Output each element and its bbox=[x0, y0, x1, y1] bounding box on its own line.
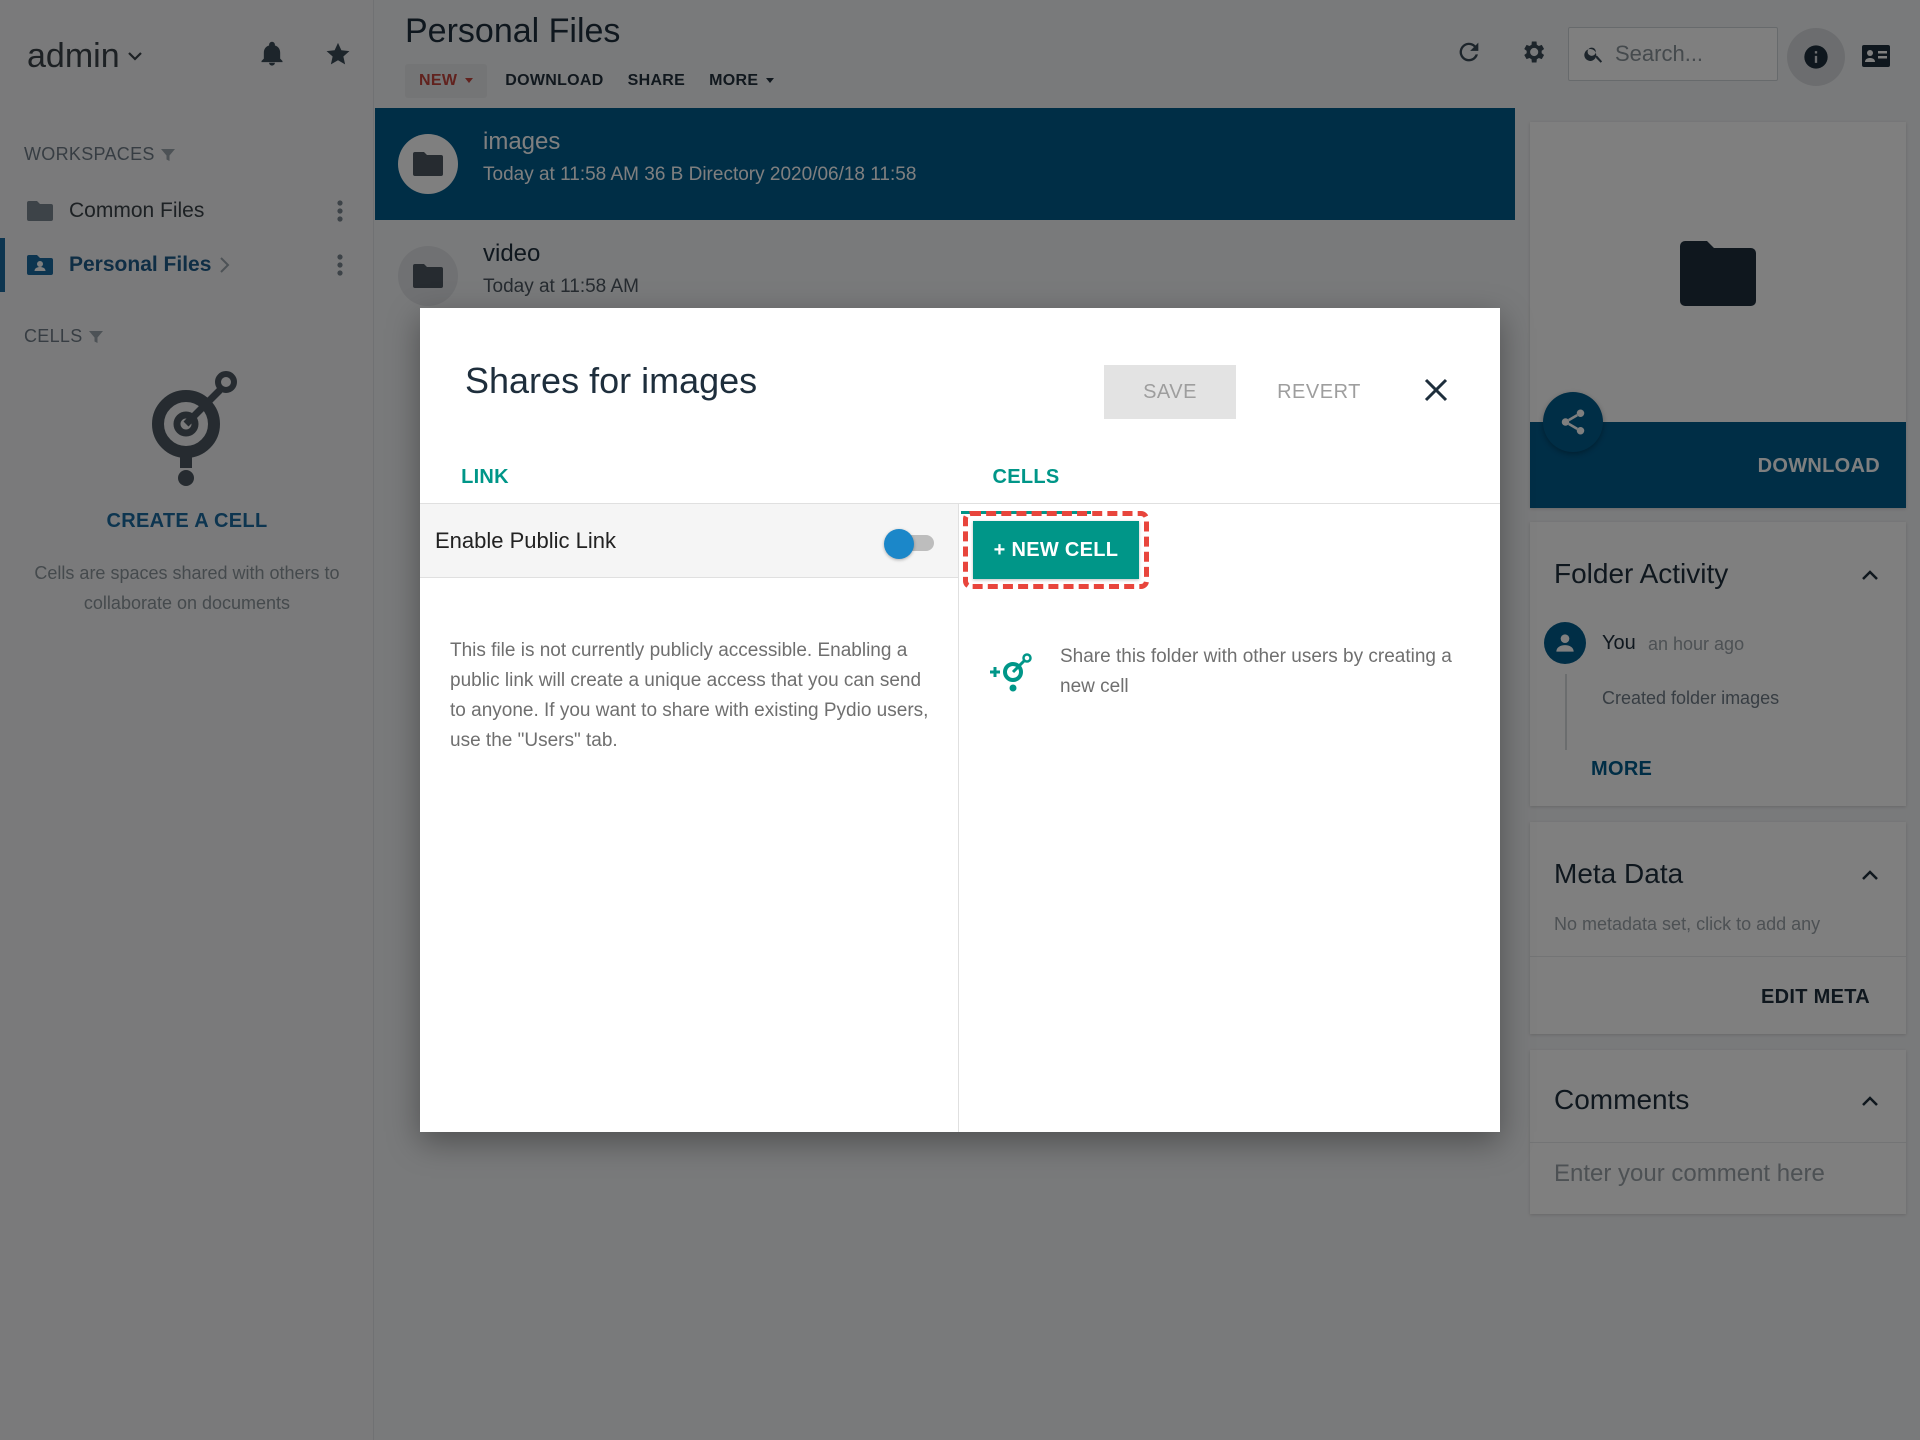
close-icon bbox=[1424, 378, 1448, 402]
public-link-row: Enable Public Link bbox=[420, 504, 958, 578]
toggle-knob bbox=[884, 529, 914, 559]
add-cell-icon bbox=[990, 653, 1032, 692]
close-button[interactable] bbox=[1416, 370, 1456, 410]
public-link-label: Enable Public Link bbox=[435, 528, 617, 553]
link-description: This file is not currently publicly acce… bbox=[450, 640, 929, 751]
public-link-toggle[interactable] bbox=[884, 529, 938, 559]
cells-description: Share this folder with other users by cr… bbox=[1060, 646, 1452, 697]
save-button[interactable]: SAVE bbox=[1104, 365, 1236, 419]
revert-button[interactable]: REVERT bbox=[1258, 365, 1380, 419]
dialog-title: Shares for images bbox=[465, 360, 758, 401]
new-cell-button[interactable]: + NEW CELL bbox=[973, 521, 1139, 579]
tab-cells[interactable]: CELLS bbox=[961, 466, 1091, 514]
column-divider bbox=[958, 504, 959, 1132]
shares-dialog: Shares for images SAVE REVERT LINK CELLS… bbox=[420, 308, 1500, 1132]
